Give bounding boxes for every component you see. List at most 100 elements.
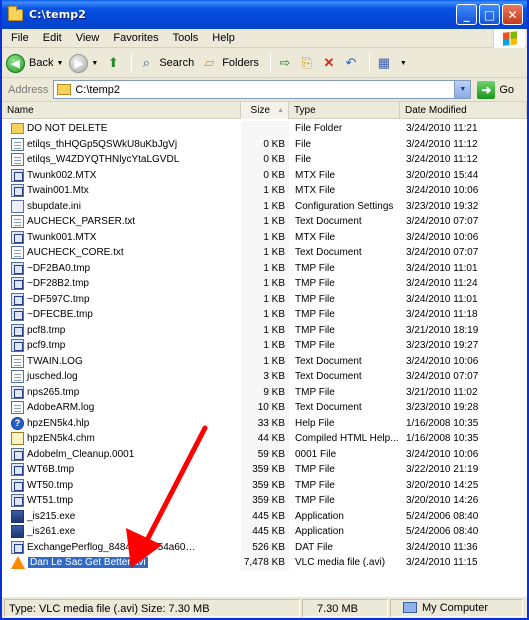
file-type: TMP File xyxy=(295,479,335,491)
file-size: 9 KB xyxy=(241,384,289,400)
file-row[interactable]: Twain001.Mtx 1 KB MTX File 3/24/2010 10:06 xyxy=(2,183,527,199)
go-button[interactable]: ➜ Go xyxy=(477,80,514,99)
file-name-cell[interactable]: ~DFECBE.tmp xyxy=(2,308,241,322)
file-row[interactable]: ~DFECBE.tmp 1 KB TMP File 3/24/2010 11:18 xyxy=(2,307,527,323)
file-type: TMP File xyxy=(295,464,335,476)
chevron-down-icon[interactable]: ▼ xyxy=(56,60,63,67)
file-name-cell[interactable]: _is261.exe xyxy=(2,525,241,539)
file-row[interactable]: etilqs_W4ZDYQTHNlycYtaLGVDL 0 KB File 3/24/… xyxy=(2,152,527,168)
file-row[interactable]: jusched.log 3 KB Text Document 3/24/2010 07… xyxy=(2,369,527,385)
file-name-cell[interactable]: AdobeARM.log xyxy=(2,401,241,415)
column-header-type[interactable]: Type xyxy=(289,102,400,119)
file-row[interactable]: Twunk001.MTX 1 KB MTX File 3/24/2010 10:06 xyxy=(2,229,527,245)
file-row[interactable]: nps265.tmp 9 KB TMP File 3/21/2010 11:02 xyxy=(2,384,527,400)
file-row[interactable]: pcf8.tmp 1 KB TMP File 3/21/2010 18:19 xyxy=(2,322,527,338)
file-row[interactable]: AUCHECK_CORE.txt 1 KB Text Document 3/24/20… xyxy=(2,245,527,261)
title-bar[interactable]: C:\temp2 _ □ ✕ xyxy=(2,0,527,29)
file-name-cell[interactable]: sbupdate.ini xyxy=(2,199,241,213)
file-row[interactable]: AUCHECK_PARSER.txt 1 KB Text Document 3/24/… xyxy=(2,214,527,230)
file-type: Compiled HTML Help... xyxy=(295,433,399,445)
file-name-cell[interactable]: AUCHECK_CORE.txt xyxy=(2,246,241,260)
menu-edit[interactable]: Edit xyxy=(36,32,69,44)
views-icon[interactable]: ▦ xyxy=(375,55,393,71)
file-name-cell[interactable]: TWAIN.LOG xyxy=(2,354,241,368)
file-row[interactable]: Adobelm_Cleanup.0001 59 KB 0001 File 3/24/2… xyxy=(2,446,527,462)
file-row[interactable]: pcf9.tmp 1 KB TMP File 3/23/2010 19:27 xyxy=(2,338,527,354)
column-header-name[interactable]: Name xyxy=(2,102,241,119)
menu-favorites[interactable]: Favorites xyxy=(106,32,165,44)
file-name-cell[interactable]: pcf9.tmp xyxy=(2,339,241,353)
file-row-selected[interactable]: Dan Le Sac Get Better.avi 7,478 KB VLC med… xyxy=(2,555,527,571)
file-name-cell[interactable]: jusched.log xyxy=(2,370,241,384)
column-header-size[interactable]: Size ▲ xyxy=(241,102,289,119)
forward-button[interactable]: ▶ ▼ xyxy=(69,53,98,73)
file-name-cell[interactable]: hpzEN5k4.chm xyxy=(2,432,241,446)
column-header-date[interactable]: Date Modified xyxy=(400,102,527,119)
address-input[interactable]: C:\temp2 ▼ xyxy=(53,80,472,99)
file-name-cell[interactable]: WT6B.tmp xyxy=(2,463,241,477)
back-label: Back xyxy=(29,57,54,69)
menu-tools[interactable]: Tools xyxy=(166,32,206,44)
back-button[interactable]: ◀ Back ▼ xyxy=(6,53,63,73)
file-name-cell[interactable]: Twunk002.MTX xyxy=(2,168,241,182)
file-name-cell[interactable]: ? hpzEN5k4.hlp xyxy=(2,416,241,430)
copy-to-icon[interactable]: ⎘ xyxy=(298,55,316,71)
file-row[interactable]: AdobeARM.log 10 KB Text Document 3/23/2010 … xyxy=(2,400,527,416)
toolbar-separator xyxy=(269,53,271,73)
chevron-down-icon[interactable]: ▼ xyxy=(400,60,407,67)
file-name-cell[interactable]: _is215.exe xyxy=(2,509,241,523)
file-row[interactable]: ~DF597C.tmp 1 KB TMP File 3/24/2010 11:01 xyxy=(2,291,527,307)
file-name-cell[interactable]: WT51.tmp xyxy=(2,494,241,508)
file-date: 3/24/2010 11:18 xyxy=(406,309,478,321)
file-size: 44 KB xyxy=(241,431,289,447)
file-row[interactable]: Twunk002.MTX 0 KB MTX File 3/20/2010 15:44 xyxy=(2,167,527,183)
file-name-cell[interactable]: Twain001.Mtx xyxy=(2,184,241,198)
search-button[interactable]: ⌕ Search xyxy=(137,55,195,71)
undo-icon[interactable]: ↶ xyxy=(342,55,360,71)
move-to-icon[interactable]: ⇨ xyxy=(276,55,294,71)
file-row[interactable]: WT50.tmp 359 KB TMP File 3/20/2010 14:25 xyxy=(2,477,527,493)
file-name-cell[interactable]: ExchangePerflog_8484…31954a60… xyxy=(2,540,241,554)
maximize-button[interactable]: □ xyxy=(479,4,500,25)
file-name-cell[interactable]: ~DF28B2.tmp xyxy=(2,277,241,291)
up-folder-icon[interactable]: ⬆ xyxy=(104,55,122,71)
file-name-cell[interactable]: WT50.tmp xyxy=(2,478,241,492)
file-name-cell[interactable]: pcf8.tmp xyxy=(2,323,241,337)
file-name-cell[interactable]: Adobelm_Cleanup.0001 xyxy=(2,447,241,461)
file-name-cell[interactable]: etilqs_W4ZDYQTHNlycYtaLGVDL xyxy=(2,153,241,167)
file-row[interactable]: ExchangePerflog_8484…31954a60… 526 KB DAT … xyxy=(2,539,527,555)
file-name-cell[interactable]: nps265.tmp xyxy=(2,385,241,399)
file-row[interactable]: TWAIN.LOG 1 KB Text Document 3/24/2010 10:0… xyxy=(2,353,527,369)
file-date: 3/20/2010 14:26 xyxy=(406,495,479,507)
file-row[interactable]: sbupdate.ini 1 KB Configuration Settings 3/… xyxy=(2,198,527,214)
file-name-cell[interactable]: etilqs_thHQGp5QSWkU8uKbJgVj xyxy=(2,137,241,151)
chevron-down-icon[interactable]: ▼ xyxy=(454,81,471,98)
file-row[interactable]: hpzEN5k4.chm 44 KB Compiled HTML Help... 1/… xyxy=(2,431,527,447)
file-row[interactable]: _is261.exe 445 KB Application 5/24/2006 08:… xyxy=(2,524,527,540)
file-row[interactable]: ~DF2BA0.tmp 1 KB TMP File 3/24/2010 11:01 xyxy=(2,260,527,276)
chevron-down-icon[interactable]: ▼ xyxy=(91,60,98,67)
file-row[interactable]: ~DF28B2.tmp 1 KB TMP File 3/24/2010 11:24 xyxy=(2,276,527,292)
file-name-cell[interactable]: Twunk001.MTX xyxy=(2,230,241,244)
file-name-cell[interactable]: ~DF597C.tmp xyxy=(2,292,241,306)
file-name: Twain001.Mtx xyxy=(27,185,89,197)
file-name-cell[interactable]: DO NOT DELETE xyxy=(2,123,241,135)
menu-help[interactable]: Help xyxy=(205,32,242,44)
file-name-cell[interactable]: Dan Le Sac Get Better.avi xyxy=(2,556,241,570)
file-row[interactable]: ? hpzEN5k4.hlp 33 KB Help File 1/16/2008 10:… xyxy=(2,415,527,431)
file-row[interactable]: DO NOT DELETE File Folder 3/24/2010 11:21 xyxy=(2,121,527,137)
delete-icon[interactable]: ✕ xyxy=(320,55,338,71)
file-row[interactable]: etilqs_thHQGp5QSWkU8uKbJgVj 0 KB File 3/24/… xyxy=(2,136,527,152)
close-button[interactable]: ✕ xyxy=(502,4,523,25)
folders-button[interactable]: ▱ Folders xyxy=(200,55,259,71)
menu-file[interactable]: File xyxy=(4,32,36,44)
menu-view[interactable]: View xyxy=(69,32,107,44)
minimize-button[interactable]: _ xyxy=(456,4,477,25)
file-date: 3/24/2010 11:36 xyxy=(406,541,478,553)
file-row[interactable]: WT6B.tmp 359 KB TMP File 3/22/2010 21:19 xyxy=(2,462,527,478)
file-size: 0 KB xyxy=(241,152,289,168)
file-row[interactable]: _is215.exe 445 KB Application 5/24/2006 08:… xyxy=(2,508,527,524)
file-name-cell[interactable]: ~DF2BA0.tmp xyxy=(2,261,241,275)
file-row[interactable]: WT51.tmp 359 KB TMP File 3/20/2010 14:26 xyxy=(2,493,527,509)
file-name-cell[interactable]: AUCHECK_PARSER.txt xyxy=(2,215,241,229)
